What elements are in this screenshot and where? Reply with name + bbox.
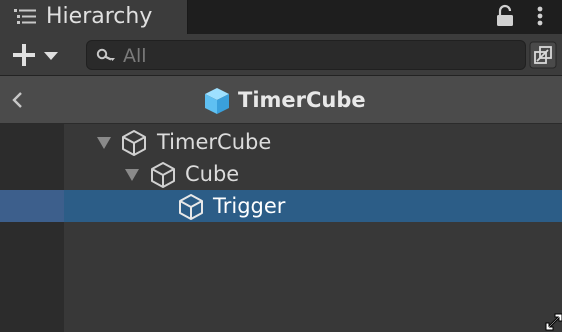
- dropdown-arrow-icon: [44, 52, 58, 60]
- prefab-breadcrumb-header: TimerCube: [0, 76, 562, 124]
- prefab-title: TimerCube: [238, 88, 366, 112]
- tree-row-trigger[interactable]: Trigger: [0, 190, 562, 222]
- resize-cursor-icon: [545, 313, 562, 331]
- foldout-expanded-icon[interactable]: [124, 168, 140, 182]
- plus-icon: [13, 44, 35, 66]
- open-in-scene-icon[interactable]: [528, 40, 558, 70]
- more-options-icon[interactable]: [532, 4, 548, 28]
- tree-row-label: Cube: [185, 162, 240, 186]
- tab-title: Hierarchy: [46, 4, 153, 29]
- selection-gutter: [0, 190, 64, 222]
- search-placeholder: All: [123, 45, 147, 67]
- lock-icon[interactable]: [494, 4, 516, 28]
- add-object-button[interactable]: [10, 40, 66, 70]
- prefab-cube-icon: [205, 88, 229, 114]
- hierarchy-list-icon: [14, 9, 36, 24]
- tree-row-label: Trigger: [213, 194, 286, 218]
- cube-icon: [122, 130, 146, 156]
- tree-row-cube[interactable]: Cube: [0, 158, 562, 190]
- window-tab-bar: Hierarchy: [0, 0, 562, 34]
- tree-row-label: TimerCube: [157, 130, 272, 154]
- chevron-left-icon[interactable]: [6, 86, 28, 114]
- tree-row-timercube[interactable]: TimerCube: [0, 126, 562, 158]
- cube-icon: [179, 194, 203, 220]
- foldout-expanded-icon[interactable]: [96, 136, 112, 150]
- hierarchy-tree: TimerCube Cube Trigger: [0, 124, 562, 332]
- tab-hierarchy[interactable]: Hierarchy: [0, 0, 188, 34]
- cube-icon: [151, 162, 175, 188]
- search-input[interactable]: All: [86, 40, 526, 70]
- search-icon: [96, 48, 115, 61]
- hierarchy-toolbar: All: [0, 34, 562, 76]
